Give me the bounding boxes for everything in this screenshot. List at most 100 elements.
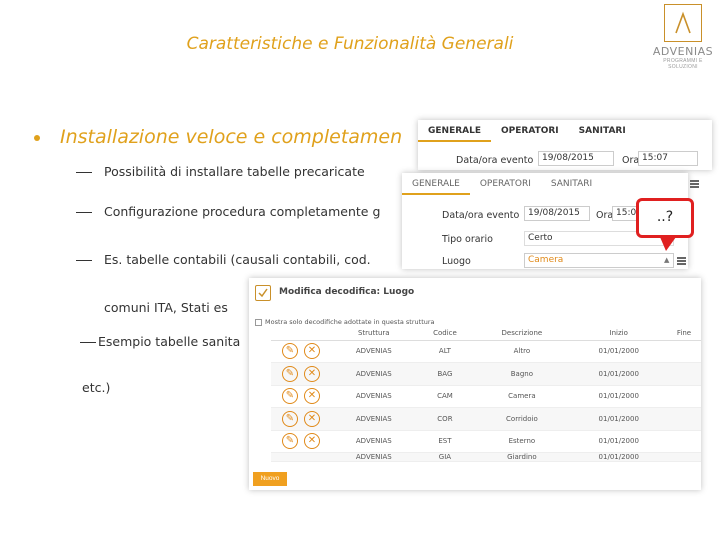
sub-bullet-1-text: Possibilità di installare tabelle precar… [104,164,365,179]
cell-codice: CAM [416,385,474,408]
table-row[interactable]: ✎ ✕ ADVENIAS EST Esterno 01/01/2000 [271,430,701,453]
delete-x-icon[interactable]: ✕ [304,433,320,450]
cell-inizio: 01/01/2000 [570,407,667,431]
time-label: Ora [622,155,640,166]
sub-bullet-3: Es. tabelle contabili (causali contabili… [76,252,371,267]
edit-pencil-icon[interactable]: ✎ [282,410,298,427]
edit-pencil-icon[interactable]: ✎ [282,343,298,360]
cell-descrizione: Altro [473,340,571,363]
sub-bullet-2-text: Configurazione procedura completamente g [104,204,381,219]
row-actions: ✎ ✕ [271,340,331,363]
table-row[interactable]: ✎ ✕ ADVENIAS CAM Camera 01/01/2000 [271,385,701,408]
grid-icon[interactable] [690,180,699,188]
chevron-down-icon[interactable]: ▲ [664,256,669,264]
time-field[interactable]: 15:07 [638,151,698,166]
sub-bullet-4: Esempio tabelle sanita [80,334,240,349]
delete-x-icon[interactable]: ✕ [304,410,320,427]
event-panel-1: GENERALE OPERATORI SANITARI Data/ora eve… [418,120,712,170]
cell-inizio: 01/01/2000 [570,452,667,462]
table-row[interactable]: ADVENIAS GIA Giardino 01/01/2000 [271,452,701,462]
decodifica-dialog: Modifica decodifica: Luogo Mostra solo d… [249,278,701,490]
date-label: Data/ora evento [456,155,534,166]
cell-struttura: ADVENIAS [331,430,417,453]
cell-descrizione: Corridoio [473,407,571,431]
table-row[interactable]: ✎ ✕ ADVENIAS BAG Bagno 01/01/2000 [271,362,701,386]
date-field[interactable]: 19/08/2015 [538,151,614,166]
cell-codice: ALT [416,340,474,363]
date-label: Data/ora evento [442,210,520,221]
table-header: Struttura Codice Descrizione Inizio Fine [271,326,701,341]
tab-sanitari[interactable]: SANITARI [569,120,636,142]
time-field[interactable]: 15:0 [612,206,638,221]
grid-icon[interactable] [677,257,686,265]
luogo-label: Luogo [442,256,471,267]
edit-pencil-icon[interactable]: ✎ [282,365,298,382]
edit-pencil-icon[interactable]: ✎ [282,388,298,405]
dash-icon [76,259,92,262]
slide-title: Caratteristiche e Funzionalità Generali [186,34,514,54]
cell-descrizione: Giardino [473,452,571,462]
cell-struttura: ADVENIAS [331,452,417,462]
sub-bullet-2: Configurazione procedura completamente g [76,204,380,219]
row-actions [271,452,331,462]
sub-bullet-3-text: Es. tabelle contabili (causali contabili… [104,252,371,267]
tab-sanitari[interactable]: SANITARI [541,173,602,195]
dash-icon [80,341,96,344]
actions-col [271,326,331,341]
table-row[interactable]: ✎ ✕ ADVENIAS ALT Altro 01/01/2000 [271,340,701,363]
main-bullet: Installazione veloce e completamen [34,126,402,148]
cell-inizio: 01/01/2000 [570,385,667,408]
checkbox[interactable] [255,319,262,326]
row-actions: ✎ ✕ [271,430,331,453]
sub-bullet-5: etc.) [82,380,111,395]
checkbox-label: Mostra solo decodifiche adottate in ques… [265,318,435,326]
cell-descrizione: Bagno [473,362,571,386]
cell-struttura: ADVENIAS [331,340,417,363]
cell-fine [666,340,701,363]
edit-document-icon [255,285,271,301]
question-bubble: ..? [636,198,694,238]
delete-x-icon[interactable]: ✕ [304,365,320,382]
tab-generale[interactable]: GENERALE [418,120,491,142]
tab-generale[interactable]: GENERALE [402,173,470,195]
cell-fine [666,430,701,453]
tab-operatori[interactable]: OPERATORI [491,120,569,142]
cell-struttura: ADVENIAS [331,407,417,431]
luogo-select[interactable]: Camera [524,253,674,268]
cell-codice: GIA [416,452,474,462]
cell-inizio: 01/01/2000 [570,362,667,386]
cell-fine [666,407,701,431]
delete-x-icon[interactable]: ✕ [304,343,320,360]
tab-operatori[interactable]: OPERATORI [470,173,541,195]
dash-icon [76,171,92,174]
dialog-title: Modifica decodifica: Luogo [279,287,415,297]
cell-struttura: ADVENIAS [331,362,417,386]
main-bullet-text: Installazione veloce e completamen [60,126,403,148]
delete-x-icon[interactable]: ✕ [304,388,320,405]
cell-fine [666,385,701,408]
cell-fine [666,362,701,386]
col-struttura[interactable]: Struttura [331,326,417,341]
col-fine[interactable]: Fine [666,326,701,341]
col-descrizione[interactable]: Descrizione [473,326,571,341]
time-label: Ora [596,210,614,221]
row-actions: ✎ ✕ [271,385,331,408]
decodifica-table: Struttura Codice Descrizione Inizio Fine… [271,326,701,462]
bullet-dot-icon [34,134,40,141]
table-row[interactable]: ✎ ✕ ADVENIAS COR Corridoio 01/01/2000 [271,407,701,431]
panel1-tabs: GENERALE OPERATORI SANITARI [418,120,712,142]
cell-inizio: 01/01/2000 [570,430,667,453]
tipo-orario-label: Tipo orario [442,234,493,245]
col-inizio[interactable]: Inizio [570,326,667,341]
cell-codice: BAG [416,362,474,386]
date-field[interactable]: 19/08/2015 [524,206,590,221]
cell-struttura: ADVENIAS [331,385,417,408]
cell-descrizione: Camera [473,385,571,408]
new-button[interactable]: Nuovo [253,472,287,486]
cell-fine [666,452,701,462]
col-codice[interactable]: Codice [416,326,474,341]
cell-codice: COR [416,407,474,431]
cell-inizio: 01/01/2000 [570,340,667,363]
edit-pencil-icon[interactable]: ✎ [282,433,298,450]
dash-icon [76,211,92,214]
